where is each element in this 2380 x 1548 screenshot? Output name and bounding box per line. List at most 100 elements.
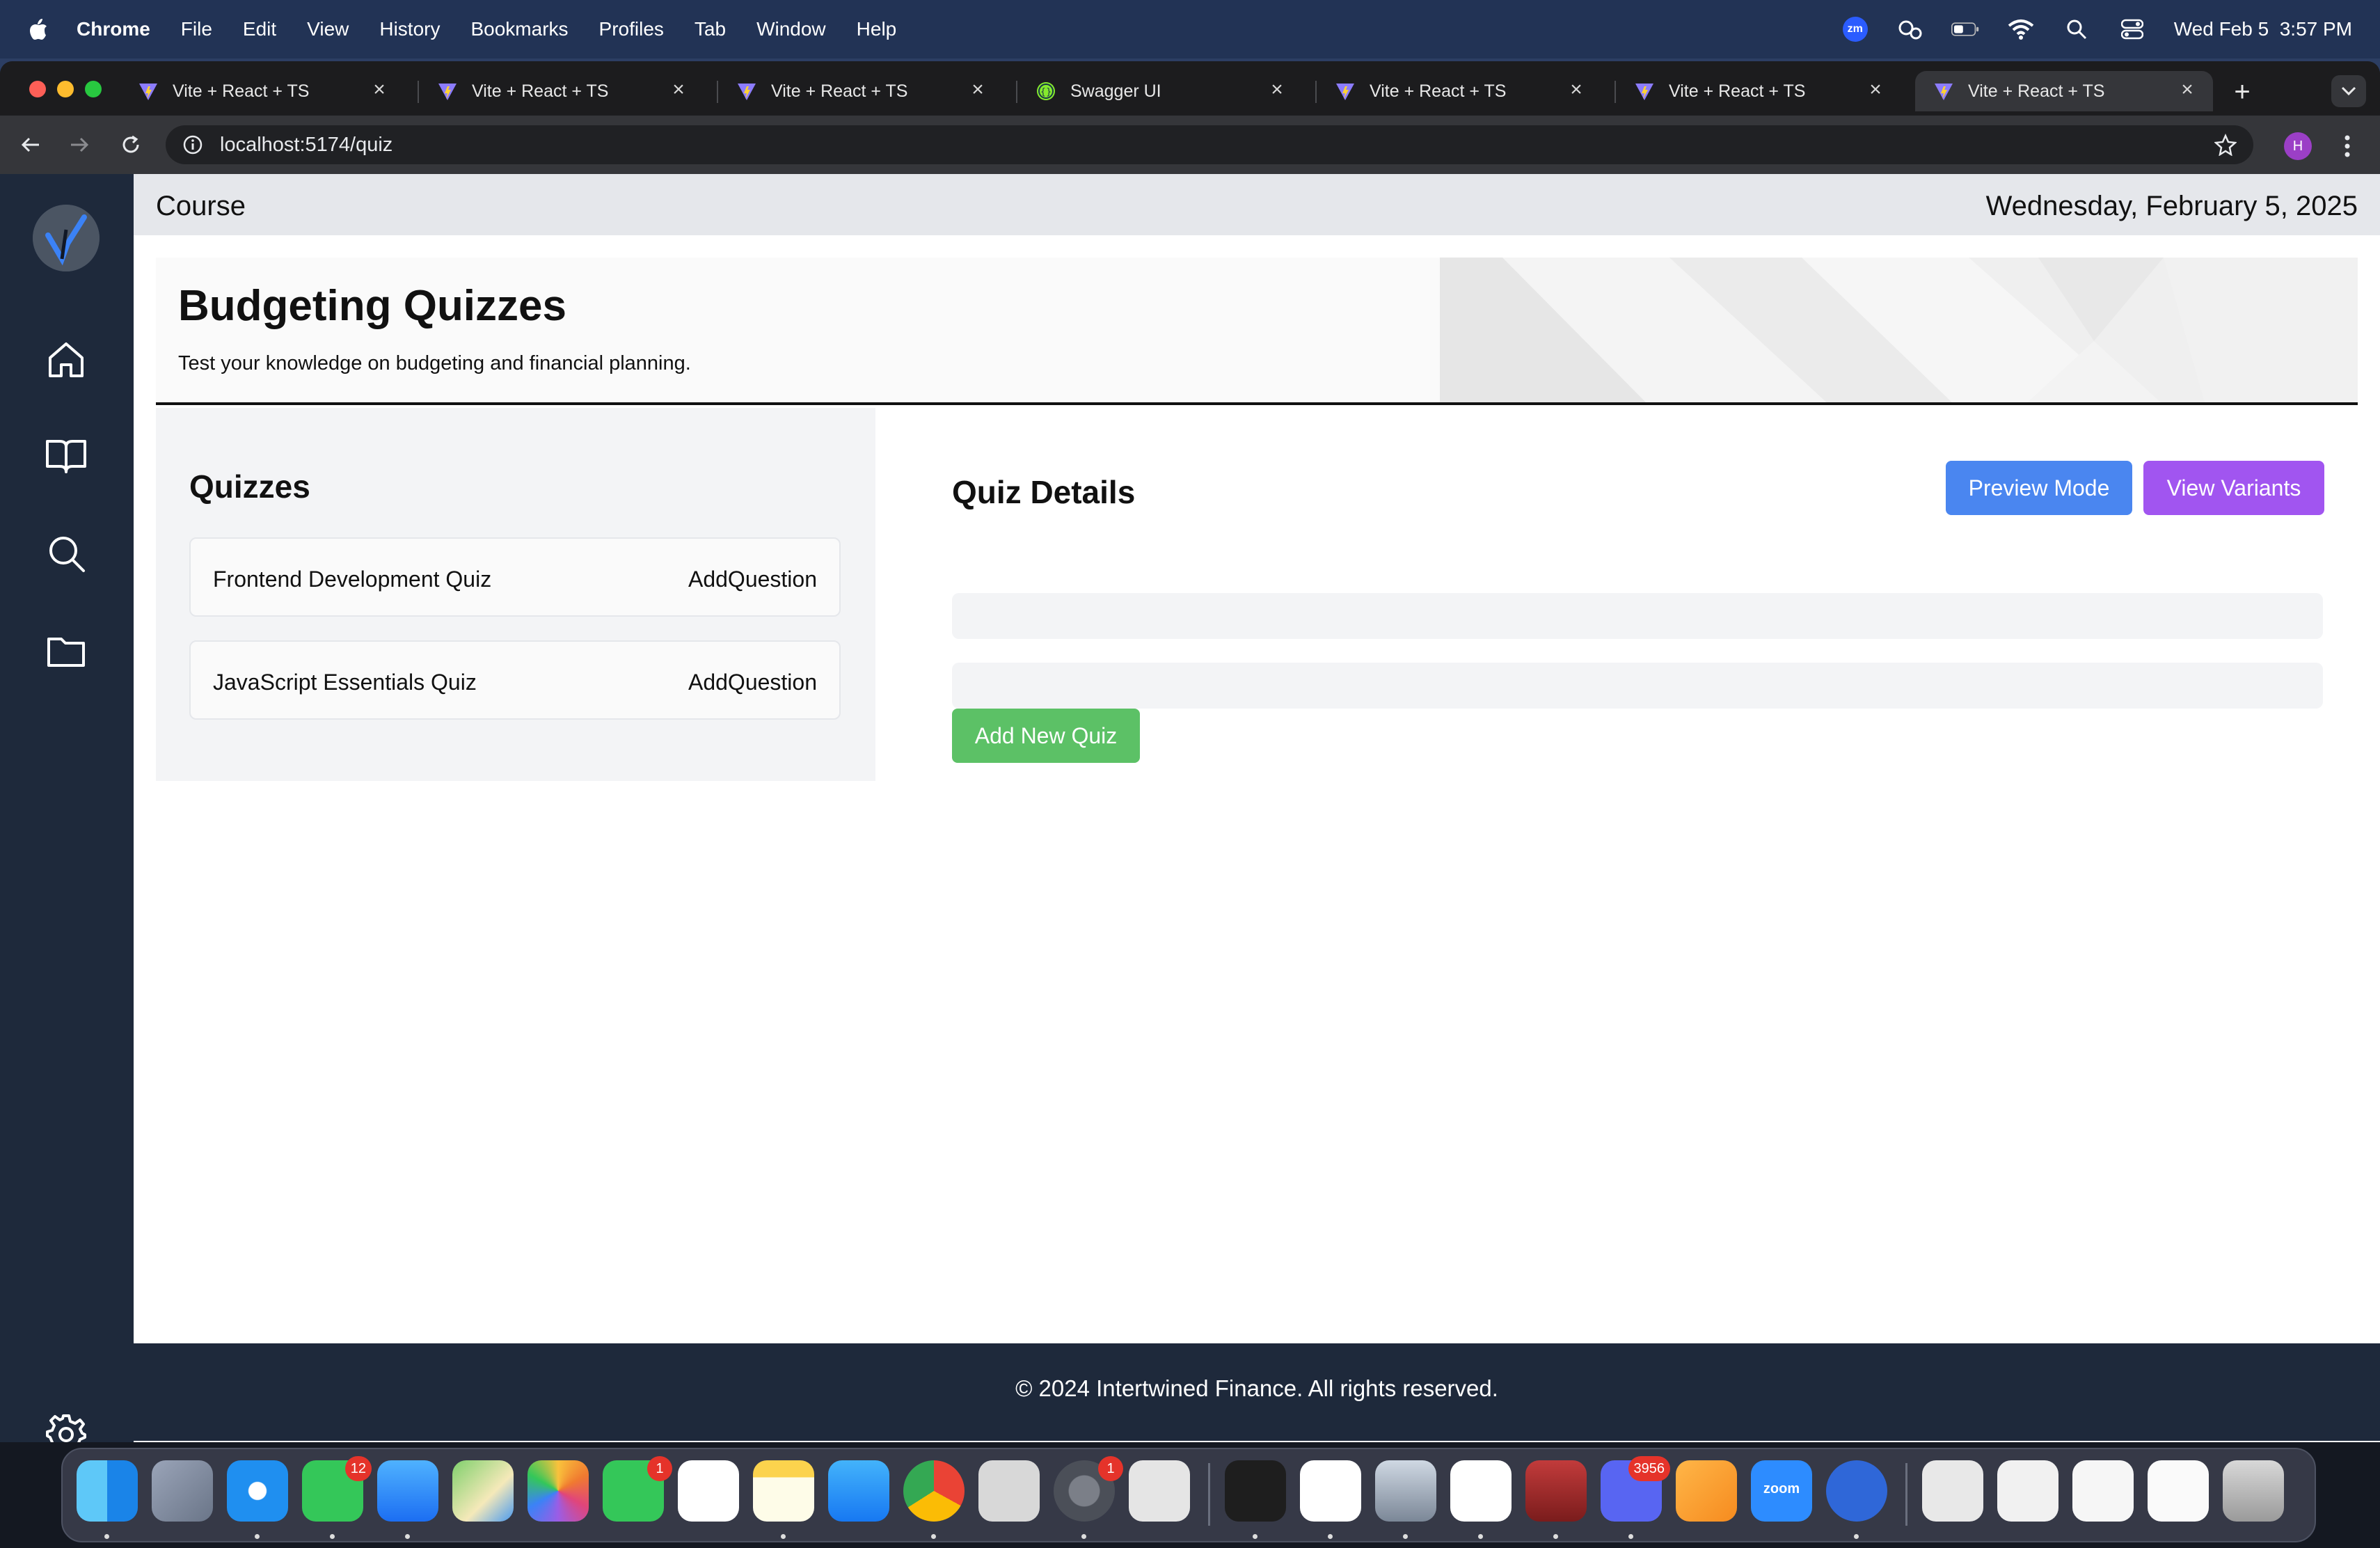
menubar-clock[interactable]: Wed Feb 5 3:57 PM	[2174, 18, 2352, 40]
add-question-link[interactable]: AddQuestion	[688, 670, 817, 695]
spotlight-search-icon[interactable]	[2063, 18, 2091, 40]
address-bar[interactable]: localhost:5174/quiz	[166, 125, 2253, 164]
browser-tab[interactable]: Vite + React + TS ×	[1616, 71, 1901, 111]
finder-icon[interactable]	[77, 1460, 138, 1522]
system-settings-icon[interactable]: 1	[1054, 1456, 1123, 1522]
browser-tab[interactable]: Vite + React + TS ×	[1317, 71, 1602, 111]
messages-icon[interactable]: 12	[302, 1456, 372, 1522]
pages-icon[interactable]	[1676, 1460, 1737, 1522]
window-thumb-icon[interactable]	[1997, 1460, 2058, 1522]
window-thumb-icon[interactable]	[1922, 1460, 1983, 1522]
quiz-list-item[interactable]: Frontend Development Quiz AddQuestion	[189, 537, 841, 617]
battery-icon[interactable]	[1951, 18, 1979, 40]
maps-icon[interactable]	[452, 1460, 514, 1522]
tab-close-icon[interactable]: ×	[668, 79, 689, 100]
focus-status-icon[interactable]	[1896, 18, 1923, 40]
window-thumb-icon[interactable]	[2148, 1460, 2209, 1522]
running-indicator	[781, 1534, 786, 1539]
mongodb-compass-icon[interactable]	[1300, 1460, 1361, 1522]
menu-profiles[interactable]: Profiles	[599, 18, 664, 40]
reminders-icon[interactable]	[678, 1460, 739, 1522]
view-variants-button[interactable]: View Variants	[2143, 461, 2324, 515]
launchpad-icon[interactable]	[152, 1460, 213, 1522]
url-text[interactable]: localhost:5174/quiz	[220, 134, 392, 157]
chrome-icon[interactable]	[903, 1460, 965, 1522]
trash-icon[interactable]	[2223, 1460, 2284, 1522]
reload-button[interactable]	[116, 129, 146, 160]
browser-tab-active[interactable]: Vite + React + TS ×	[1915, 71, 2213, 111]
quiz-list-item[interactable]: JavaScript Essentials Quiz AddQuestion	[189, 640, 841, 720]
menu-help[interactable]: Help	[857, 18, 897, 40]
arrow-right-icon	[71, 137, 89, 152]
profile-avatar[interactable]: H	[2284, 132, 2312, 160]
folder-icon[interactable]	[45, 629, 88, 672]
add-new-quiz-button[interactable]: Add New Quiz	[952, 709, 1140, 763]
macos-menubar: Chrome File Edit View History Bookmarks …	[0, 0, 2380, 58]
back-button[interactable]	[15, 129, 46, 160]
new-tab-button[interactable]: +	[2227, 77, 2258, 107]
minimize-window-button[interactable]	[57, 81, 74, 97]
quiz-title[interactable]: JavaScript Essentials Quiz	[213, 670, 477, 695]
bookmark-star-icon[interactable]	[2214, 134, 2237, 156]
apple-icon[interactable]	[28, 17, 49, 41]
safari-icon[interactable]	[227, 1460, 288, 1522]
forward-button[interactable]	[64, 129, 95, 160]
add-question-link[interactable]: AddQuestion	[688, 567, 817, 592]
terminal-icon[interactable]	[1225, 1460, 1286, 1522]
control-center-icon[interactable]	[2118, 18, 2146, 40]
vscode-icon[interactable]	[1450, 1460, 1512, 1522]
notes-icon[interactable]	[753, 1460, 814, 1522]
gear-icon[interactable]	[45, 1413, 88, 1442]
window-thumb-icon[interactable]	[2072, 1460, 2134, 1522]
menu-view[interactable]: View	[307, 18, 349, 40]
tab-close-icon[interactable]: ×	[369, 79, 390, 100]
zoom-icon[interactable]: zoom	[1751, 1460, 1812, 1522]
home-icon[interactable]	[45, 338, 88, 381]
menu-tab[interactable]: Tab	[695, 18, 726, 40]
menu-bookmarks[interactable]: Bookmarks	[470, 18, 568, 40]
zoom-status-icon[interactable]: zm	[1842, 17, 1868, 42]
quiz-title[interactable]: Frontend Development Quiz	[213, 567, 491, 592]
browser-tab[interactable]: {} Swagger UI ×	[1017, 71, 1303, 111]
app-logo[interactable]	[33, 205, 100, 271]
tab-strip: Vite + React + TS × Vite + React + TS × …	[0, 61, 2380, 116]
electron-icon[interactable]	[1826, 1460, 1887, 1522]
browser-tab[interactable]: Vite + React + TS ×	[718, 71, 1003, 111]
tab-close-icon[interactable]: ×	[1865, 79, 1886, 100]
tab-title: Vite + React + TS	[771, 81, 908, 101]
menu-file[interactable]: File	[181, 18, 212, 40]
zoom-window-button[interactable]	[85, 81, 102, 97]
browser-tab[interactable]: Vite + React + TS ×	[419, 71, 704, 111]
mail-icon[interactable]	[377, 1460, 438, 1522]
app-store-icon[interactable]	[828, 1460, 889, 1522]
database-icon[interactable]	[1525, 1460, 1587, 1522]
kebab-menu-icon	[2345, 135, 2350, 157]
zoom-label: zoom	[1763, 1481, 1800, 1496]
tab-close-icon[interactable]: ×	[967, 79, 988, 100]
site-info-icon[interactable]	[182, 134, 203, 155]
tab-search-button[interactable]	[2331, 75, 2366, 107]
macos-dock: 12 1 1 3956 zoom	[61, 1448, 2316, 1542]
roblox-icon[interactable]	[1129, 1460, 1190, 1522]
menu-history[interactable]: History	[379, 18, 440, 40]
tab-close-icon[interactable]: ×	[1267, 79, 1287, 100]
wifi-icon[interactable]	[2007, 18, 2035, 40]
browser-menu-button[interactable]	[2337, 131, 2358, 161]
menu-edit[interactable]: Edit	[243, 18, 276, 40]
tab-close-icon[interactable]: ×	[1566, 79, 1587, 100]
tab-close-icon[interactable]: ×	[2177, 79, 2198, 100]
preview-mode-button[interactable]: Preview Mode	[1946, 461, 2132, 515]
browser-tab[interactable]: Vite + React + TS ×	[120, 71, 405, 111]
photos-icon[interactable]	[527, 1460, 589, 1522]
menu-window[interactable]: Window	[756, 18, 826, 40]
roblox-studio-icon[interactable]	[978, 1460, 1040, 1522]
discord-icon[interactable]: 3956	[1601, 1456, 1670, 1522]
dock-area: 12 1 1 3956 zoom	[0, 1442, 2380, 1548]
running-indicator	[1253, 1534, 1258, 1539]
preview-icon[interactable]	[1375, 1460, 1436, 1522]
menu-app-name[interactable]: Chrome	[77, 18, 150, 40]
close-window-button[interactable]	[29, 81, 46, 97]
facetime-icon[interactable]: 1	[603, 1456, 672, 1522]
search-icon[interactable]	[45, 532, 88, 575]
book-icon[interactable]	[45, 434, 88, 477]
